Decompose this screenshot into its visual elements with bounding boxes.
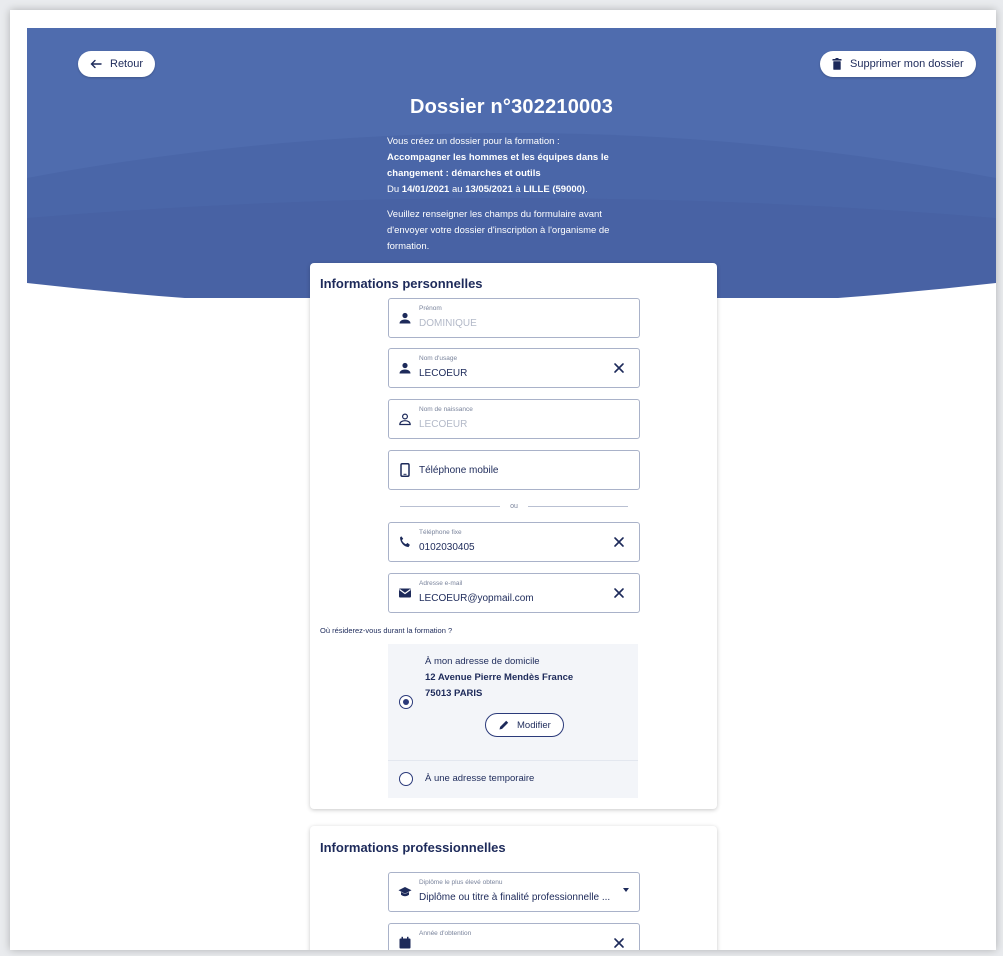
mobile-phone-placeholder: Téléphone mobile	[419, 465, 499, 476]
home-address-city: 75013 PARIS	[425, 688, 483, 699]
or-label: ou	[510, 502, 518, 510]
personal-info-title: Informations personnelles	[320, 276, 483, 291]
home-address-option: À mon adresse de domicile 12 Avenue Pier…	[425, 654, 573, 702]
home-address-street: 12 Avenue Pierre Mendès France	[425, 672, 574, 683]
personal-info-card: Informations personnelles Prénom DOMINIQ…	[310, 263, 717, 809]
instructions-line2: d'envoyer votre dossier d'inscription à …	[387, 225, 610, 236]
home-address-radio[interactable]	[399, 695, 413, 709]
temporary-address-radio[interactable]	[399, 772, 413, 786]
usage-name-label: Nom d'usage	[419, 355, 458, 362]
back-button[interactable]: Retour	[78, 51, 156, 77]
landline-phone-label: Téléphone fixe	[419, 529, 462, 536]
dates-prefix: Du	[387, 184, 402, 195]
mobile-phone-field[interactable]: Téléphone mobile	[388, 450, 640, 490]
usage-name-field[interactable]: Nom d'usage LECOEUR	[388, 348, 640, 388]
graduation-year-label: Année d'obtention	[419, 930, 472, 937]
clear-landline-phone-icon[interactable]	[613, 536, 625, 548]
professional-info-card: Informations professionnelles Diplôme le…	[310, 826, 717, 950]
arrow-left-icon	[90, 59, 102, 69]
usage-name-value: LECOEUR	[419, 368, 468, 379]
email-label: Adresse e-mail	[419, 580, 463, 587]
dossier-title: Dossier n°302210003	[409, 96, 614, 118]
or-divider: ou	[400, 500, 629, 512]
browser-viewport: Retour Supprimer mon dossier Dossier n°3…	[10, 10, 996, 950]
dates-middle: au	[449, 184, 466, 195]
person-icon	[399, 312, 411, 324]
diploma-select[interactable]: Diplôme le plus élevé obtenu Diplôme ou …	[388, 872, 640, 912]
first-name-value: DOMINIQUE	[419, 318, 477, 329]
pencil-icon	[499, 720, 509, 730]
first-name-label: Prénom	[419, 305, 442, 312]
date-start: 14/01/2021	[401, 184, 450, 195]
trash-icon	[832, 58, 842, 70]
instructions-line3: formation.	[387, 241, 430, 252]
birth-name-field[interactable]: Nom de naissance LECOEUR	[388, 399, 640, 439]
modify-address-label: Modifier	[517, 719, 551, 731]
course-location: LILLE (59000)	[523, 184, 586, 195]
birth-name-label: Nom de naissance	[419, 406, 473, 413]
course-name-line2: changement : démarches et outils	[387, 168, 541, 179]
course-description: Vous créez un dossier pour la formation …	[387, 134, 647, 255]
course-name-line1: Accompagner les hommes et les équipes da…	[387, 152, 609, 163]
landline-phone-value: 0102030405	[419, 542, 475, 553]
professional-info-title: Informations professionnelles	[320, 840, 506, 855]
first-name-field[interactable]: Prénom DOMINIQUE	[388, 298, 640, 338]
graduation-cap-icon	[398, 887, 412, 897]
clear-email-icon[interactable]	[613, 587, 625, 599]
options-divider	[388, 760, 638, 761]
diploma-value: Diplôme ou titre à finalité professionne…	[419, 892, 611, 903]
person-outline-icon	[399, 413, 411, 426]
location-suffix: .	[585, 184, 588, 195]
clear-year-icon[interactable]	[613, 937, 625, 949]
course-dates: Du 14/01/2021 au 13/05/2021 à LILLE (590…	[387, 182, 647, 198]
residence-options: À mon adresse de domicile 12 Avenue Pier…	[388, 644, 638, 798]
email-value: LECOEUR@yopmail.com	[419, 593, 534, 604]
delete-dossier-button[interactable]: Supprimer mon dossier	[820, 51, 976, 77]
modify-address-button[interactable]: Modifier	[485, 713, 564, 737]
person-icon	[399, 362, 411, 374]
mobile-phone-icon	[400, 463, 410, 477]
delete-dossier-label: Supprimer mon dossier	[850, 58, 964, 70]
page-header: Retour Supprimer mon dossier Dossier n°3…	[27, 28, 996, 298]
date-end: 13/05/2021	[465, 184, 513, 195]
envelope-icon	[399, 588, 411, 598]
instructions-line1: Veuillez renseigner les champs du formul…	[387, 209, 602, 220]
landline-phone-field[interactable]: Téléphone fixe 0102030405	[388, 522, 640, 562]
temporary-address-label: À une adresse temporaire	[425, 773, 535, 784]
diploma-label: Diplôme le plus élevé obtenu	[419, 879, 503, 886]
home-address-label: À mon adresse de domicile	[425, 656, 540, 667]
chevron-down-icon	[623, 888, 629, 892]
birth-name-value: LECOEUR	[419, 419, 468, 430]
calendar-icon	[399, 936, 411, 949]
course-intro: Vous créez un dossier pour la formation …	[387, 136, 560, 147]
email-field[interactable]: Adresse e-mail LECOEUR@yopmail.com	[388, 573, 640, 613]
phone-icon	[400, 536, 410, 548]
back-button-label: Retour	[110, 58, 144, 70]
residence-question: Où résiderez-vous durant la formation ?	[320, 626, 453, 635]
clear-usage-name-icon[interactable]	[613, 362, 625, 374]
graduation-year-field[interactable]: Année d'obtention	[388, 923, 640, 950]
location-prefix: à	[512, 184, 524, 195]
